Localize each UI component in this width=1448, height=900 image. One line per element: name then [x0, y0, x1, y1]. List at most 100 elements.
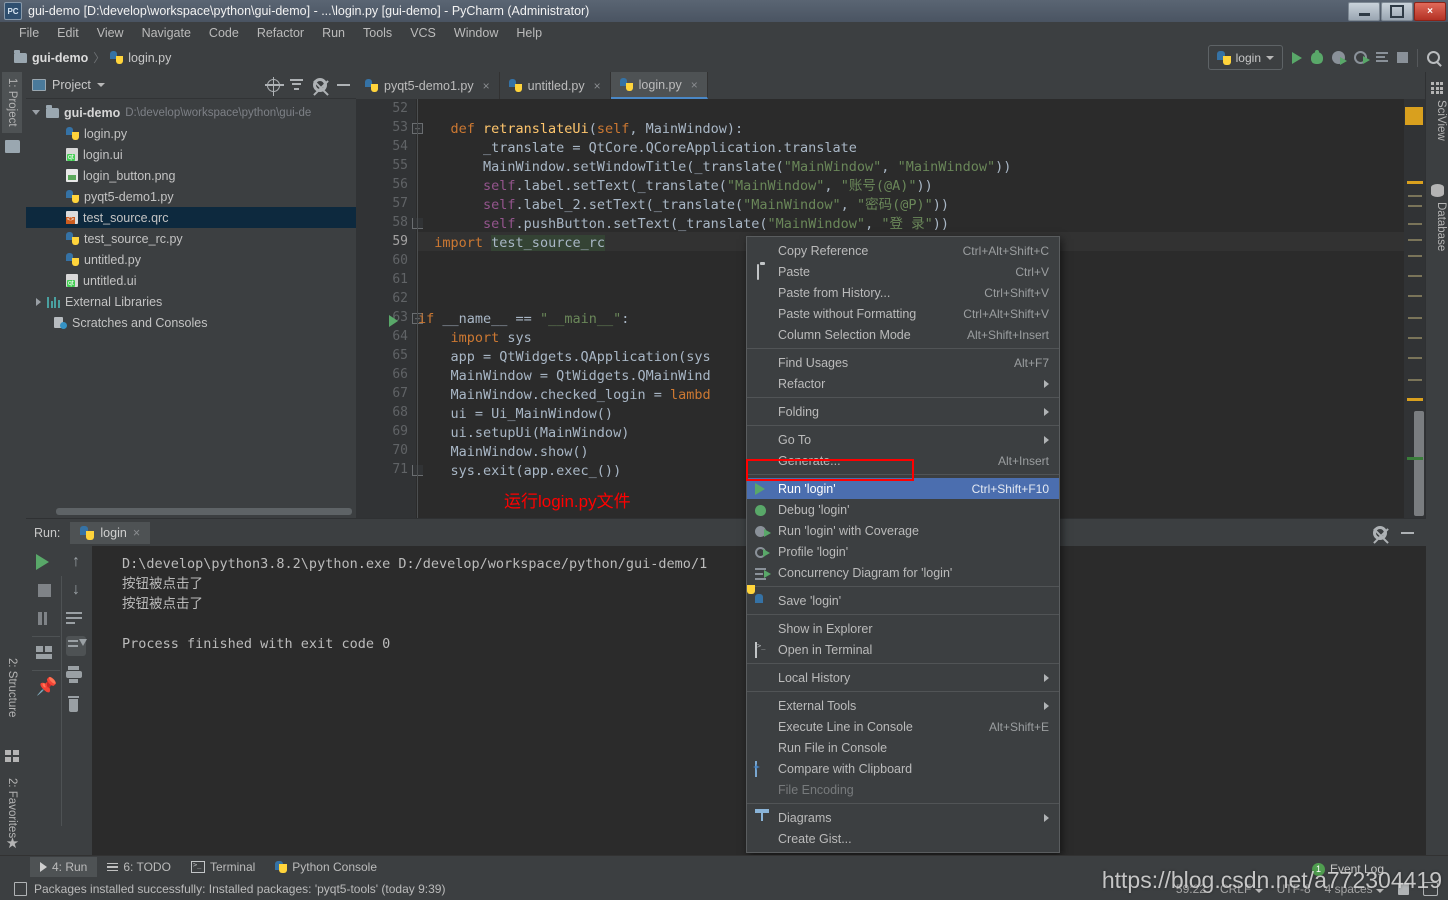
menu-item-generate[interactable]: Generate... Alt+Insert — [747, 450, 1059, 471]
sidebar-item-favorites[interactable]: 2: Favorites — [2, 772, 22, 844]
debug-button[interactable] — [1311, 49, 1323, 64]
rerun-button[interactable] — [36, 554, 56, 574]
close-icon[interactable]: × — [483, 79, 490, 93]
menu-edit[interactable]: Edit — [48, 24, 88, 42]
run-with-coverage-button[interactable] — [1332, 51, 1347, 65]
menu-item-run-file-in-console[interactable]: Run File in Console — [747, 737, 1059, 758]
sidebar-item-database[interactable]: Database — [1435, 202, 1447, 251]
menu-item-find-usages[interactable]: Find Usages Alt+F7 — [747, 352, 1059, 373]
tab-login-py[interactable]: login.py × — [610, 72, 708, 99]
menu-item-column-selection-mode[interactable]: Column Selection Mode Alt+Shift+Insert — [747, 324, 1059, 345]
menu-code[interactable]: Code — [200, 24, 248, 42]
stop-button[interactable] — [1397, 52, 1408, 63]
tree-item-login-ui[interactable]: login.ui — [26, 144, 356, 165]
menu-window[interactable]: Window — [445, 24, 507, 42]
pause-button[interactable] — [36, 610, 56, 630]
chevron-down-icon[interactable] — [32, 110, 40, 115]
menu-vcs[interactable]: VCS — [401, 24, 445, 42]
menu-item-open-in-terminal[interactable]: Open in Terminal — [747, 639, 1059, 660]
breadcrumb-project[interactable]: gui-demo — [14, 49, 88, 65]
menu-item-diagrams[interactable]: Diagrams — [747, 807, 1059, 828]
tree-item-test-source-qrc[interactable]: test_source.qrc — [26, 207, 356, 228]
tree-item-login-py[interactable]: login.py — [26, 123, 356, 144]
tree-item-untitled-py[interactable]: untitled.py — [26, 249, 356, 270]
chevron-down-icon[interactable] — [96, 83, 105, 87]
scroll-to-end-button[interactable] — [66, 636, 87, 656]
menu-item-profile-login[interactable]: Profile 'login' — [747, 541, 1059, 562]
bottom-tab-terminal[interactable]: Terminal — [181, 857, 265, 877]
hide-icon[interactable] — [337, 84, 350, 86]
close-icon[interactable]: × — [594, 79, 601, 93]
bottom-tab-run[interactable]: 4: Run — [30, 857, 98, 877]
print-button[interactable] — [66, 666, 86, 686]
tree-item-untitled-ui[interactable]: untitled.ui — [26, 270, 356, 291]
profile-button[interactable] — [1354, 51, 1370, 64]
run-tab-login[interactable]: login × — [70, 521, 151, 544]
editor-gutter[interactable]: 52 53 54 55 56 57 58 59 60 61 62 63 64 6… — [356, 99, 423, 518]
tree-item-test-source-rc-py[interactable]: test_source_rc.py — [26, 228, 356, 249]
chevron-right-icon[interactable] — [36, 297, 41, 306]
locate-icon[interactable] — [265, 76, 284, 96]
menu-run[interactable]: Run — [313, 24, 354, 42]
project-horizontal-scrollbar[interactable] — [56, 508, 362, 515]
minimize-button[interactable] — [1348, 2, 1380, 21]
breadcrumb-file[interactable]: login.py — [110, 51, 171, 65]
stop-button[interactable] — [36, 582, 56, 602]
menu-item-paste-without-formatting[interactable]: Paste without Formatting Ctrl+Alt+Shift+V — [747, 303, 1059, 324]
menu-refactor[interactable]: Refactor — [248, 24, 313, 42]
menu-view[interactable]: View — [88, 24, 133, 42]
tree-item-gui-demo[interactable]: gui-demo D:\develop\workspace\python\gui… — [26, 102, 356, 123]
tree-item-scratches-and-consoles[interactable]: Scratches and Consoles — [26, 312, 356, 333]
menu-help[interactable]: Help — [507, 24, 551, 42]
menu-item-debug-login[interactable]: Debug 'login' — [747, 499, 1059, 520]
menu-item-go-to[interactable]: Go To — [747, 429, 1059, 450]
soft-wrap-button[interactable] — [66, 610, 86, 630]
editor-scrollbar-thumb[interactable] — [1414, 411, 1424, 516]
editor-marker-bar[interactable] — [1404, 99, 1426, 518]
scrollbar-thumb[interactable] — [56, 508, 352, 515]
tab-pyqt5-demo1-py[interactable]: pyqt5-demo1.py × — [356, 72, 500, 99]
menu-tools[interactable]: Tools — [354, 24, 401, 42]
menu-item-run-login-with-coverage[interactable]: Run 'login' with Coverage — [747, 520, 1059, 541]
inspection-warning-marker[interactable] — [1405, 107, 1423, 125]
menu-item-paste[interactable]: Paste Ctrl+V — [747, 261, 1059, 282]
tab-untitled-py[interactable]: untitled.py × — [499, 72, 611, 99]
close-icon[interactable]: × — [133, 526, 140, 540]
close-button[interactable]: × — [1414, 2, 1446, 21]
menu-item-refactor[interactable]: Refactor — [747, 373, 1059, 394]
menu-item-external-tools[interactable]: External Tools — [747, 695, 1059, 716]
down-button[interactable]: ↓ — [66, 582, 86, 602]
gear-icon[interactable] — [313, 78, 327, 92]
run-configuration-selector[interactable]: login — [1207, 45, 1283, 70]
clear-all-button[interactable] — [66, 696, 86, 716]
sidebar-item-sciview[interactable]: SciView — [1435, 100, 1447, 141]
tree-item-login-button-png[interactable]: login_button.png — [26, 165, 356, 186]
concurrency-diagram-button[interactable] — [1376, 52, 1388, 63]
pin-button[interactable]: 📌 — [36, 678, 57, 698]
status-message-area[interactable]: Packages installed successfully: Install… — [0, 882, 445, 896]
menu-item-run-login[interactable]: Run 'login' Ctrl+Shift+F10 — [747, 478, 1059, 499]
bottom-tab-todo[interactable]: 6: TODO — [97, 857, 181, 877]
menu-file[interactable]: File — [10, 24, 48, 42]
menu-item-show-in-explorer[interactable]: Show in Explorer — [747, 618, 1059, 639]
search-everywhere-icon[interactable] — [1427, 51, 1440, 64]
gear-icon[interactable] — [1373, 525, 1387, 540]
maximize-button[interactable] — [1381, 2, 1413, 21]
menu-item-create-gist[interactable]: Create Gist... — [747, 828, 1059, 849]
tree-item-pyqt5-demo1-py[interactable]: pyqt5-demo1.py — [26, 186, 356, 207]
collapse-all-icon[interactable] — [290, 79, 303, 91]
hide-icon[interactable] — [1401, 531, 1414, 534]
menu-item-folding[interactable]: Folding — [747, 401, 1059, 422]
menu-item-compare-with-clipboard[interactable]: Compare with Clipboard — [747, 758, 1059, 779]
run-button[interactable] — [1292, 51, 1302, 64]
close-icon[interactable]: × — [691, 78, 698, 92]
menu-item-local-history[interactable]: Local History — [747, 667, 1059, 688]
menu-item-paste-from-history[interactable]: Paste from History... Ctrl+Shift+V — [747, 282, 1059, 303]
sidebar-item-structure[interactable]: 2: Structure — [2, 652, 22, 723]
run-gutter-icon[interactable] — [389, 315, 398, 327]
menu-navigate[interactable]: Navigate — [133, 24, 200, 42]
up-button[interactable]: ↑ — [66, 554, 86, 574]
menu-item-execute-line-in-console[interactable]: Execute Line in Console Alt+Shift+E — [747, 716, 1059, 737]
layout-button[interactable] — [36, 644, 56, 664]
sidebar-item-project[interactable]: 1: Project — [2, 72, 22, 133]
